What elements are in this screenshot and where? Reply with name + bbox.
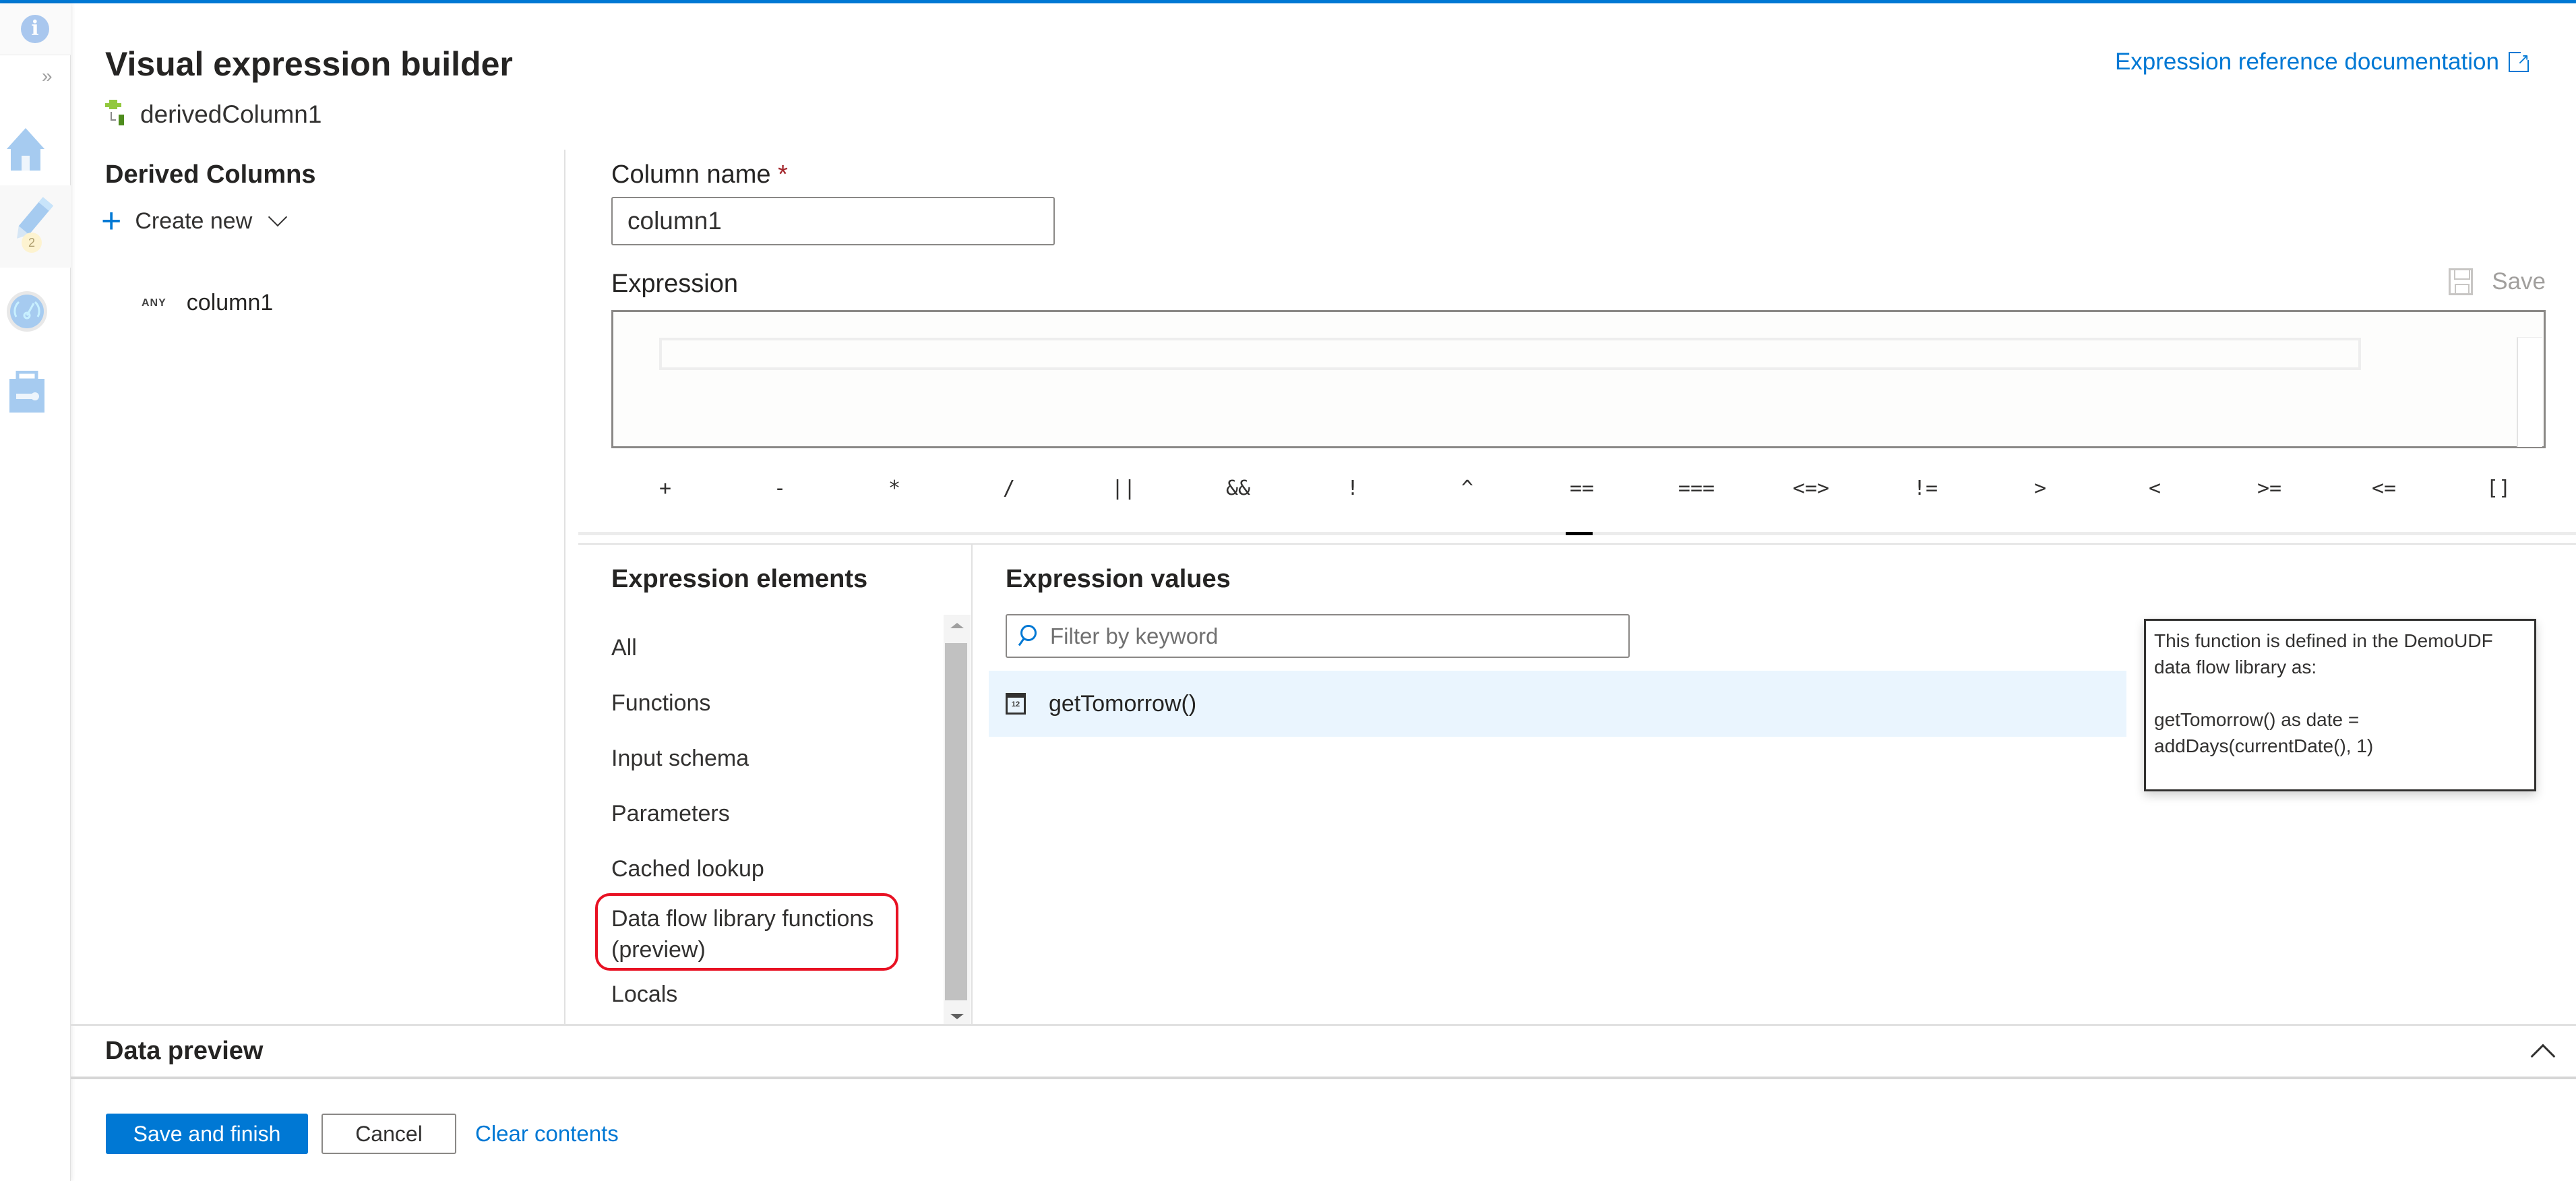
derived-columns-heading: Derived Columns bbox=[105, 160, 316, 189]
data-preview-title: Data preview bbox=[105, 1037, 264, 1065]
operator-scroll-thumb[interactable] bbox=[1566, 532, 1593, 535]
operator-plus[interactable]: + bbox=[638, 468, 692, 509]
plus-icon: + bbox=[101, 202, 122, 241]
expression-values-heading: Expression values bbox=[1006, 565, 1231, 593]
operator-and[interactable]: && bbox=[1211, 468, 1265, 509]
expression-label: Expression bbox=[611, 270, 738, 298]
element-locals[interactable]: Locals bbox=[611, 967, 894, 1022]
chevron-up-icon[interactable] bbox=[2530, 1043, 2556, 1069]
expression-editor[interactable] bbox=[611, 310, 2546, 448]
clear-contents-link[interactable]: Clear contents bbox=[475, 1121, 619, 1147]
top-accent-bar bbox=[0, 0, 2576, 3]
column-name-label: Column name * bbox=[611, 160, 788, 189]
column-type-badge: ANY bbox=[142, 297, 166, 309]
manage-toolbox-icon[interactable] bbox=[5, 370, 46, 413]
operator-xor[interactable]: ^ bbox=[1440, 468, 1494, 509]
element-data-flow-library-functions[interactable]: Data flow library functions (preview) bbox=[611, 897, 894, 967]
operator-greater-equal[interactable]: >= bbox=[2242, 468, 2296, 509]
element-input-schema[interactable]: Input schema bbox=[611, 731, 894, 786]
operator-bar: + - * / || && ! ^ == === <=> != > < >= <… bbox=[611, 468, 2546, 509]
operator-equals[interactable]: == bbox=[1555, 468, 1609, 509]
chevron-down-icon bbox=[268, 207, 288, 227]
calendar-icon: 12 bbox=[1006, 693, 1026, 715]
external-link-icon: ↗ bbox=[2509, 51, 2530, 72]
panel-divider[interactable] bbox=[564, 150, 565, 1025]
element-parameters[interactable]: Parameters bbox=[611, 786, 894, 841]
operator-brackets[interactable]: [] bbox=[2472, 468, 2525, 509]
scroll-up-icon[interactable] bbox=[950, 623, 964, 628]
element-cached-lookup[interactable]: Cached lookup bbox=[611, 841, 894, 897]
expression-elements-heading: Expression elements bbox=[611, 565, 868, 593]
home-icon[interactable] bbox=[5, 125, 46, 171]
section-divider bbox=[578, 543, 2576, 545]
operator-not[interactable]: ! bbox=[1326, 468, 1380, 509]
filter-box[interactable] bbox=[1006, 614, 1630, 658]
info-icon: i bbox=[21, 15, 49, 43]
scroll-thumb[interactable] bbox=[945, 643, 967, 1000]
left-nav-rail: i » 2 bbox=[0, 3, 71, 1181]
editor-scrollbar[interactable] bbox=[2517, 337, 2542, 447]
save-and-finish-button[interactable]: Save and finish bbox=[106, 1114, 308, 1154]
operator-null-safe-equals[interactable]: <=> bbox=[1784, 468, 1838, 509]
operator-less[interactable]: < bbox=[2128, 468, 2182, 509]
element-functions[interactable]: Functions bbox=[611, 675, 894, 731]
elements-scrollbar[interactable] bbox=[944, 615, 971, 1025]
column-item-name: column1 bbox=[186, 290, 274, 315]
function-name: getTomorrow() bbox=[1049, 690, 1197, 717]
create-new-button[interactable]: + Create new bbox=[101, 202, 288, 241]
save-disk-icon bbox=[2449, 268, 2474, 295]
elements-values-divider bbox=[971, 545, 973, 1025]
scroll-down-icon[interactable] bbox=[950, 1014, 964, 1019]
derived-column-item[interactable]: ANY column1 bbox=[142, 290, 273, 316]
operator-strict-equals[interactable]: === bbox=[1669, 468, 1723, 509]
function-tooltip: This function is defined in the DemoUDF … bbox=[2144, 619, 2536, 791]
data-preview-bottom-border bbox=[71, 1077, 2576, 1079]
operator-multiply[interactable]: * bbox=[867, 468, 921, 509]
info-button[interactable]: i bbox=[0, 3, 71, 55]
expression-reference-link[interactable]: Expression reference documentation ↗ bbox=[2114, 49, 2530, 75]
create-new-label: Create new bbox=[135, 208, 253, 234]
transformation-name: derivedColumn1 bbox=[105, 100, 321, 129]
save-expression-button[interactable]: Save bbox=[2449, 268, 2546, 295]
cancel-button[interactable]: Cancel bbox=[321, 1114, 456, 1154]
expand-icon[interactable]: » bbox=[42, 65, 53, 87]
pending-changes-badge: 2 bbox=[22, 233, 42, 253]
data-preview-top-border bbox=[71, 1024, 2576, 1026]
operator-less-equal[interactable]: <= bbox=[2357, 468, 2411, 509]
operator-minus[interactable]: - bbox=[753, 468, 807, 509]
operator-divide[interactable]: / bbox=[982, 468, 1036, 509]
monitor-icon[interactable] bbox=[5, 290, 47, 332]
transformation-name-text: derivedColumn1 bbox=[140, 100, 322, 128]
element-all[interactable]: All bbox=[611, 620, 894, 675]
operator-greater[interactable]: > bbox=[2013, 468, 2067, 509]
expression-value-item[interactable]: 12 getTomorrow() bbox=[989, 671, 2126, 737]
doc-link-label: Expression reference documentation bbox=[2114, 49, 2499, 75]
filter-input[interactable] bbox=[1050, 623, 1616, 649]
author-nav-item[interactable]: 2 bbox=[0, 185, 71, 268]
expression-current-line[interactable] bbox=[659, 338, 2361, 370]
operator-not-equals[interactable]: != bbox=[1899, 468, 1953, 509]
dialog-title: Visual expression builder bbox=[105, 45, 513, 83]
operator-or[interactable]: || bbox=[1097, 468, 1151, 509]
search-icon bbox=[1018, 624, 1037, 648]
expression-elements-list: All Functions Input schema Parameters Ca… bbox=[611, 620, 894, 1022]
save-label: Save bbox=[2492, 268, 2546, 295]
derived-column-icon bbox=[105, 100, 132, 129]
required-marker: * bbox=[778, 160, 788, 189]
column-name-input[interactable] bbox=[611, 197, 1055, 245]
